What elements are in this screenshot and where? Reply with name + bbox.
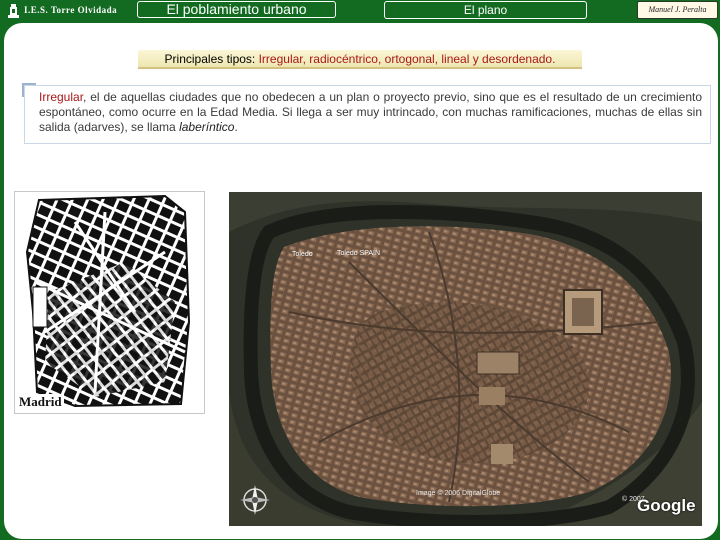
types-prefix: Principales tipos:: [164, 52, 259, 66]
description-keyword: Irregular: [39, 90, 84, 104]
madrid-map-label: Madrid: [17, 394, 64, 410]
school-name: I.E.S. Torre Olvidada: [24, 5, 118, 15]
school-logo-icon: [8, 4, 19, 18]
description-italic-term: laberíntico: [179, 120, 235, 134]
types-heading: Principales tipos: Irregular, radiocéntr…: [138, 50, 582, 69]
description-box: Irregular, el de aquellas ciudades que n…: [24, 85, 711, 144]
header-bar: I.E.S. Torre Olvidada El poblamiento urb…: [0, 0, 720, 22]
page-title: El poblamiento urbano: [137, 1, 336, 18]
compass-icon[interactable]: [238, 483, 272, 517]
satellite-place-label: Toledo SPAIN: [337, 250, 381, 257]
google-logo: Google: [637, 496, 696, 515]
image-copyright: Image © 2006 DigitalGlobe: [416, 490, 501, 497]
author-name: Manuel J. Peralta: [637, 1, 718, 19]
toledo-satellite-image: Toledo Toledo SPAIN Image © 2006 Digital…: [229, 192, 702, 526]
section-title: El plano: [384, 1, 587, 19]
description-end: .: [234, 120, 238, 134]
madrid-map-image: Madrid: [14, 191, 205, 414]
madrid-street-map: [15, 192, 204, 413]
satellite-city-label: Toledo: [292, 251, 313, 258]
satellite-terrain: [229, 192, 702, 526]
description-text: , el de aquellas ciudades que no obedece…: [39, 90, 702, 134]
types-list: Irregular, radiocéntrico, ortogonal, lin…: [258, 52, 556, 66]
